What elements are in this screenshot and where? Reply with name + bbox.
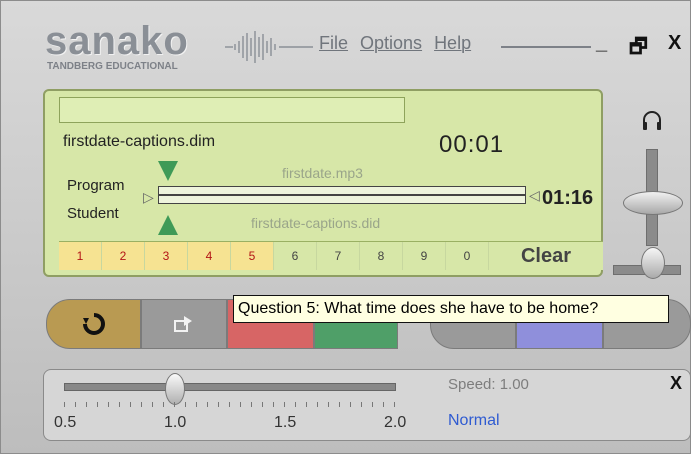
bookmark-bar: 1 2 3 4 5 6 7 8 9 0 Clear bbox=[59, 241, 603, 270]
speed-minor-tick bbox=[75, 402, 76, 407]
speed-minor-tick bbox=[119, 402, 120, 407]
minimize-button[interactable]: _ bbox=[596, 32, 607, 55]
speed-minor-tick bbox=[339, 402, 340, 407]
program-position-marker[interactable] bbox=[158, 161, 178, 181]
program-label: Program bbox=[67, 177, 125, 194]
speed-minor-tick bbox=[372, 402, 373, 407]
audio-wave-icon bbox=[225, 31, 313, 63]
question-tooltip: Question 5: What time does she have to b… bbox=[233, 295, 669, 323]
bookmark-6[interactable]: 6 bbox=[274, 242, 317, 270]
speed-minor-tick bbox=[273, 402, 274, 407]
sanako-logo: sanako bbox=[45, 19, 189, 63]
bookmark-4[interactable]: 4 bbox=[188, 242, 231, 270]
volume-slider-knob[interactable] bbox=[623, 191, 683, 215]
speed-minor-tick bbox=[196, 402, 197, 407]
speed-minor-tick bbox=[240, 402, 241, 407]
current-file-name: firstdate-captions.dim bbox=[63, 133, 216, 150]
speed-minor-tick bbox=[229, 402, 230, 407]
position-track[interactable] bbox=[158, 186, 526, 204]
speed-readout: Speed: 1.00 bbox=[448, 376, 529, 393]
logo-division: EDUCATIONAL bbox=[105, 61, 178, 72]
export-icon bbox=[174, 316, 192, 332]
speed-minor-tick bbox=[152, 402, 153, 407]
speed-minor-tick bbox=[284, 402, 285, 407]
speed-minor-tick bbox=[383, 402, 384, 407]
close-button[interactable]: X bbox=[668, 32, 681, 55]
speed-slider-track[interactable] bbox=[64, 383, 396, 391]
bookmark-3[interactable]: 3 bbox=[145, 242, 188, 270]
bookmark-5[interactable]: 5 bbox=[231, 242, 274, 270]
speed-minor-tick bbox=[163, 402, 164, 407]
speed-minor-tick bbox=[86, 402, 87, 407]
speed-minor-tick bbox=[97, 402, 98, 407]
speed-minor-tick bbox=[64, 402, 65, 407]
restore-button[interactable]: 🗗 bbox=[629, 32, 648, 66]
speed-tick-1-5: 1.5 bbox=[274, 414, 297, 431]
menu-file[interactable]: File bbox=[319, 33, 348, 54]
student-label: Student bbox=[67, 205, 119, 222]
student-position-marker[interactable] bbox=[158, 215, 178, 235]
bookmark-0[interactable]: 0 bbox=[446, 242, 489, 270]
bookmark-9[interactable]: 9 bbox=[403, 242, 446, 270]
speed-panel: 0.5 1.0 1.5 2.0 Speed: 1.00 Normal X bbox=[43, 369, 691, 441]
menu-help[interactable]: Help bbox=[434, 33, 471, 54]
lcd-text-field[interactable] bbox=[59, 97, 405, 123]
program-track-name: firstdate.mp3 bbox=[282, 165, 363, 181]
speed-close-button[interactable]: X bbox=[670, 373, 682, 394]
total-time: 01:16 bbox=[542, 187, 594, 209]
bookmark-1[interactable]: 1 bbox=[59, 242, 102, 270]
speed-tick-2-0: 2.0 bbox=[384, 414, 407, 431]
speed-minor-tick bbox=[108, 402, 109, 407]
speed-minor-tick bbox=[207, 402, 208, 407]
bookmark-8[interactable]: 8 bbox=[360, 242, 403, 270]
speed-minor-tick bbox=[350, 402, 351, 407]
balance-slider-knob[interactable] bbox=[641, 247, 665, 279]
clear-bookmarks-button[interactable]: Clear bbox=[489, 242, 603, 270]
bookmark-2[interactable]: 2 bbox=[102, 242, 145, 270]
speed-normal-link[interactable]: Normal bbox=[448, 412, 500, 430]
sanako-app-window: sanako TANDBERG EDUCATIONAL File Options… bbox=[0, 0, 691, 454]
repeat-button[interactable] bbox=[46, 299, 141, 349]
speed-tick-1-0: 1.0 bbox=[164, 414, 187, 431]
speed-minor-tick bbox=[130, 402, 131, 407]
speed-minor-tick bbox=[185, 402, 186, 407]
headphone-icon bbox=[643, 111, 661, 130]
menu-bar: File Options Help bbox=[319, 33, 471, 54]
speed-minor-tick bbox=[251, 402, 252, 407]
speed-minor-tick bbox=[361, 402, 362, 407]
title-bar[interactable]: sanako TANDBERG EDUCATIONAL File Options… bbox=[1, 1, 691, 81]
menu-options[interactable]: Options bbox=[360, 33, 422, 54]
speed-minor-tick bbox=[394, 402, 395, 407]
start-marker-icon: ▷ bbox=[143, 189, 154, 205]
student-track-name: firstdate-captions.did bbox=[251, 215, 381, 231]
repeat-icon bbox=[82, 313, 105, 335]
title-divider bbox=[501, 46, 591, 48]
speed-minor-tick bbox=[141, 402, 142, 407]
speed-minor-tick bbox=[306, 402, 307, 407]
speed-minor-tick bbox=[218, 402, 219, 407]
speed-minor-tick bbox=[174, 402, 175, 407]
current-time: 00:01 bbox=[439, 131, 505, 158]
lcd-display-panel: firstdate-captions.dim 00:01 Program Stu… bbox=[43, 89, 603, 277]
speed-minor-tick bbox=[317, 402, 318, 407]
bookmark-7[interactable]: 7 bbox=[317, 242, 360, 270]
export-button[interactable] bbox=[141, 299, 227, 349]
speed-minor-tick bbox=[295, 402, 296, 407]
logo-subtitle: TANDBERG EDUCATIONAL bbox=[47, 61, 178, 72]
speed-slider-knob[interactable] bbox=[165, 373, 185, 405]
speed-minor-tick bbox=[262, 402, 263, 407]
speed-minor-tick bbox=[328, 402, 329, 407]
speed-tick-0-5: 0.5 bbox=[54, 414, 77, 431]
logo-company: TANDBERG bbox=[47, 61, 103, 72]
end-marker-icon: ◁ bbox=[529, 187, 540, 203]
